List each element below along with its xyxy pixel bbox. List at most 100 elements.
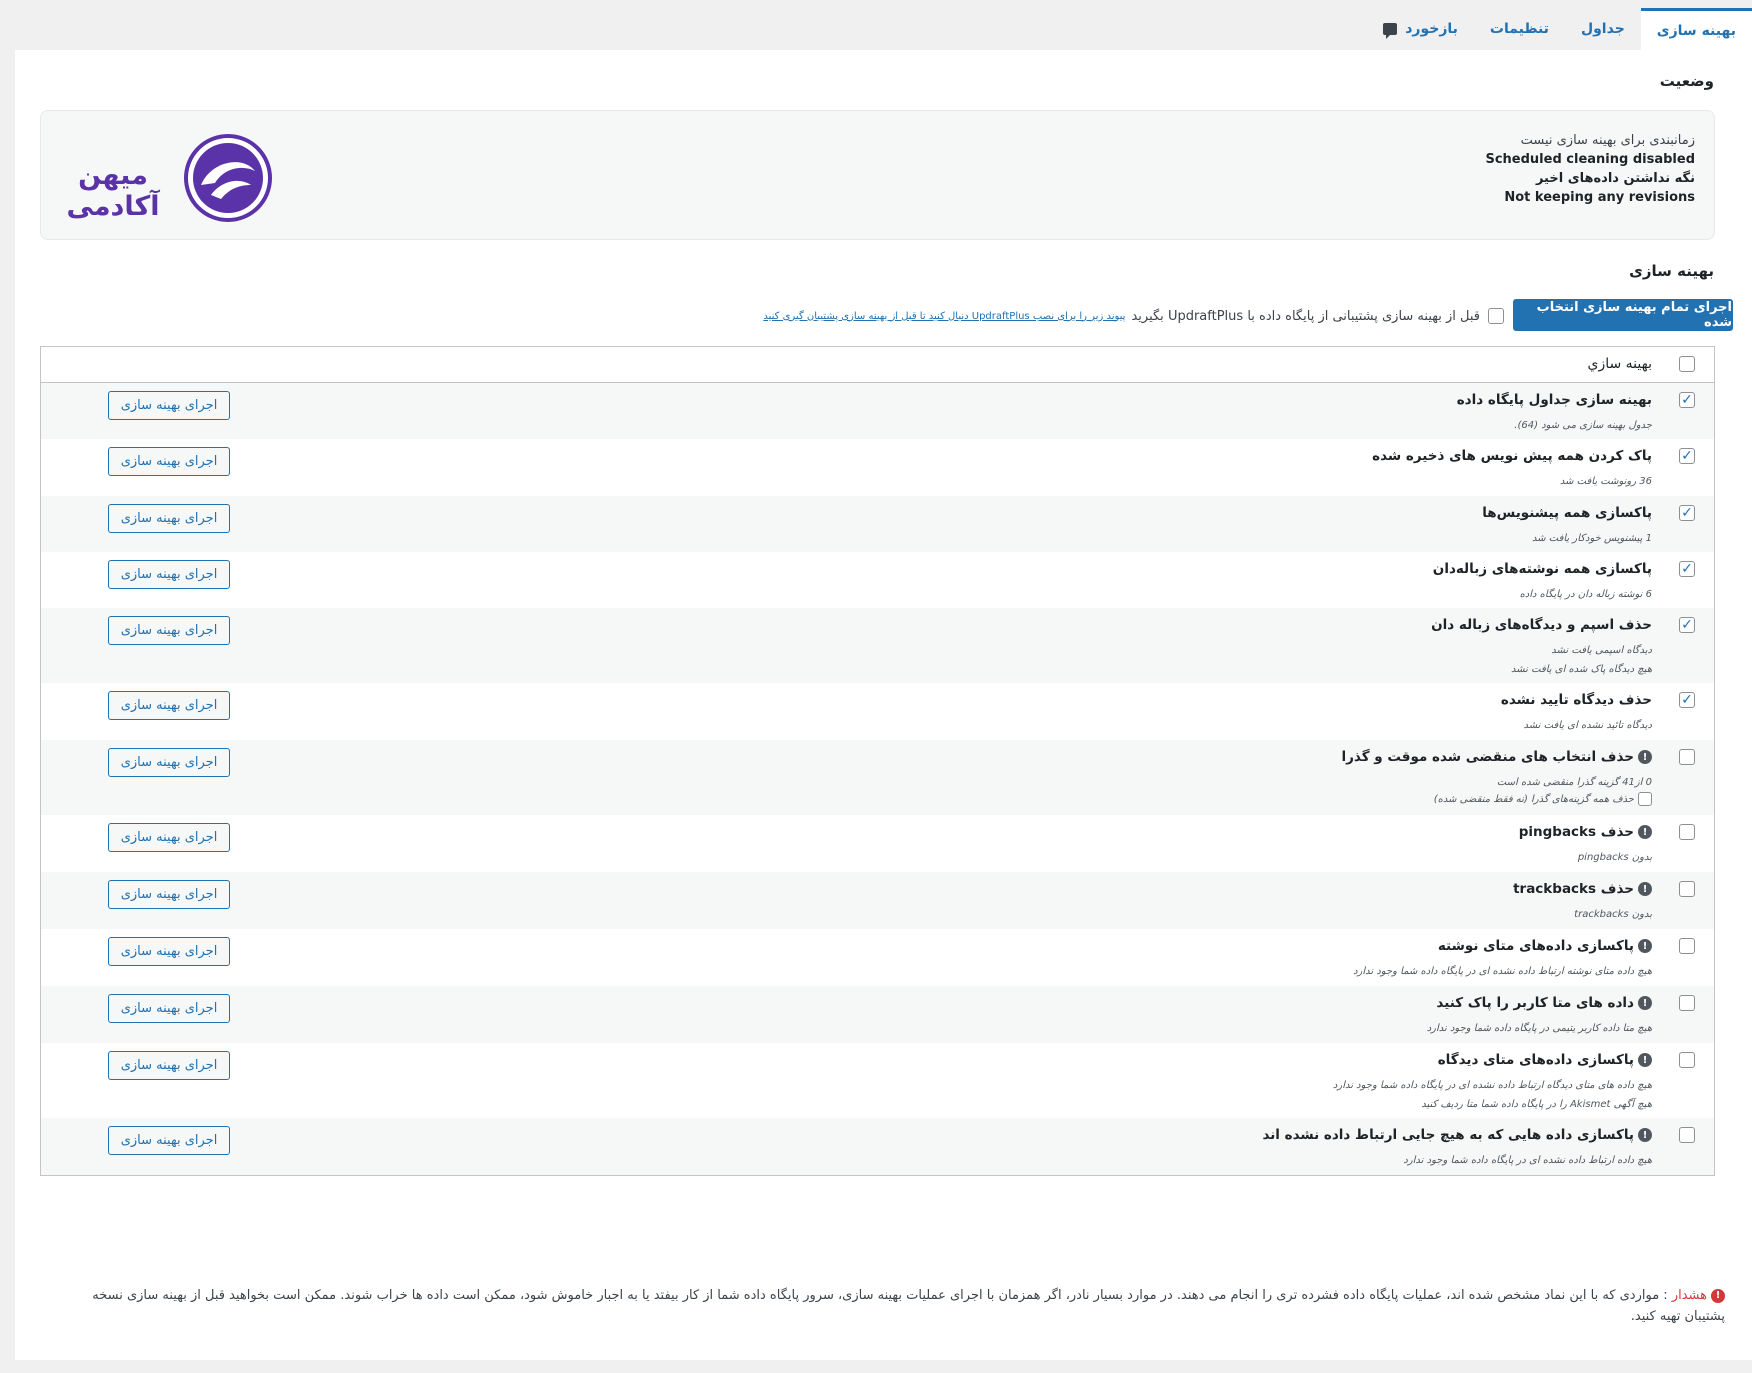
- optimizations-table: بهینه سازي بهینه سازی جداول پایگاه داده ج…: [40, 346, 1715, 1176]
- optimization-checkbox[interactable]: [1679, 505, 1695, 521]
- optimization-details: ! حذف انتخاب های منقضی شده موقت و گذرا 0 ا…: [1342, 749, 1652, 806]
- optimization-details: بهینه سازی جداول پایگاه داده جدول بهینه س…: [1457, 392, 1652, 435]
- optimization-checkbox[interactable]: [1679, 881, 1695, 897]
- optimization-checkbox[interactable]: [1679, 561, 1695, 577]
- sub-option-checkbox[interactable]: [1638, 792, 1652, 806]
- optimization-label: داده های متا کاربر را پاک کنید: [1436, 995, 1634, 1011]
- optimization-label: پاکسازی همه پیشنویس‌ها: [1482, 505, 1652, 521]
- warning-notice: ! هشدار : مواردی که با این نماد مشخص شده …: [85, 1285, 1725, 1327]
- install-updraftplus-link[interactable]: پیوند زیر را برای نصب UpdraftPlus دنبال …: [763, 311, 1125, 322]
- optimization-name: ! داده های متا کاربر را پاک کنید: [1427, 995, 1652, 1011]
- run-optimization-button[interactable]: اجرای بهینه سازی: [108, 994, 230, 1023]
- sub-option-label: حذف همه گزینه‌های گذرا (نه فقط منقضی شده…: [1433, 793, 1634, 805]
- tab-tables[interactable]: جداول: [1565, 8, 1641, 50]
- logo-text: میهن آکادمی: [66, 160, 160, 222]
- tab-bar: بهینه سازی جداول تنظیمات بازخورد: [1367, 8, 1752, 50]
- status-line: Not keeping any revisions: [1504, 190, 1695, 205]
- table-header: بهینه سازي: [41, 347, 1714, 383]
- backup-option: قبل از بهینه سازی پشتیبانی از پایگاه داد…: [763, 308, 1504, 324]
- run-optimization-button[interactable]: اجرای بهینه سازی: [108, 504, 230, 533]
- optimization-checkbox[interactable]: [1679, 617, 1695, 633]
- optimization-label: بهینه سازی جداول پایگاه داده: [1456, 392, 1652, 408]
- optimization-checkbox[interactable]: [1679, 995, 1695, 1011]
- run-optimization-button[interactable]: اجرای بهینه سازی: [108, 560, 230, 589]
- header-label: بهینه سازي: [1587, 356, 1652, 372]
- optimization-details: پاک کردن همه پیش نویس های ذخیره شده 36 رو…: [1372, 448, 1652, 491]
- sub-option: حذف همه گزینه‌های گذرا (نه فقط منقضی شده…: [1342, 792, 1652, 806]
- optimization-row: ! پاکسازی داده‌های متای دیدگاه هیچ داده ها…: [41, 1043, 1714, 1118]
- tab-optimizations[interactable]: بهینه سازی: [1640, 8, 1752, 50]
- status-box: زمانبندی برای بهینه سازی نیست Scheduled …: [40, 110, 1715, 240]
- optimization-name: پاکسازی همه نوشته‌های زباله‌دان: [1433, 561, 1652, 577]
- optimization-row: ! حذف انتخاب های منقضی شده موقت و گذرا 0 ا…: [41, 740, 1714, 815]
- optimization-name: حذف اسپم و دیدگاه‌های زباله دان: [1431, 617, 1652, 633]
- run-optimization-button[interactable]: اجرای بهینه سازی: [108, 748, 230, 777]
- run-optimization-button[interactable]: اجرای بهینه سازی: [108, 880, 230, 909]
- optimizations-heading: بهینه سازی: [1629, 262, 1714, 280]
- select-all-checkbox[interactable]: [1679, 356, 1695, 372]
- tab-label: بازخورد: [1405, 21, 1458, 37]
- run-optimization-button[interactable]: اجرای بهینه سازی: [108, 1051, 230, 1080]
- optimization-checkbox[interactable]: [1679, 1127, 1695, 1143]
- optimization-row: پاک کردن همه پیش نویس های ذخیره شده 36 رو…: [41, 439, 1714, 496]
- optimization-name: بهینه سازی جداول پایگاه داده: [1457, 392, 1652, 408]
- run-optimization-button[interactable]: اجرای بهینه سازی: [108, 691, 230, 720]
- optimization-name: ! پاکسازی داده هایی که به هیچ جایی ارتباط…: [1262, 1127, 1652, 1143]
- tab-label: بهینه سازی: [1656, 22, 1736, 39]
- optimization-info: جدول بهینه سازی می شود (64).: [1514, 420, 1652, 431]
- run-optimization-button[interactable]: اجرای بهینه سازی: [108, 447, 230, 476]
- run-optimization-button[interactable]: اجرای بهینه سازی: [108, 823, 230, 852]
- optimization-label: حذف اسپم و دیدگاه‌های زباله دان: [1431, 617, 1652, 633]
- status-line: Scheduled cleaning disabled: [1485, 152, 1695, 167]
- optimization-name: حذف دیدگاه تایید نشده: [1501, 692, 1652, 708]
- optimization-row: حذف دیدگاه تایید نشده دیدگاه تائید نشده ا…: [41, 683, 1714, 740]
- optimization-label: حذف pingbacks: [1518, 824, 1634, 840]
- tab-settings[interactable]: تنظیمات: [1474, 8, 1565, 50]
- optimization-details: ! پاکسازی داده‌های متای دیدگاه هیچ داده ها…: [1333, 1052, 1652, 1114]
- run-optimization-button[interactable]: اجرای بهینه سازی: [108, 937, 230, 966]
- optimization-label: پاکسازی داده‌های متای دیدگاه: [1437, 1052, 1634, 1068]
- optimization-name: ! حذف pingbacks: [1519, 824, 1652, 840]
- plugin-page: بهینه سازی جداول تنظیمات بازخورد وضعیت ز…: [0, 0, 1752, 1373]
- warning-icon: !: [1638, 939, 1652, 953]
- optimization-checkbox[interactable]: [1679, 1052, 1695, 1068]
- run-optimization-button[interactable]: اجرای بهینه سازی: [108, 1126, 230, 1155]
- optimization-name: ! حذف trackbacks: [1513, 881, 1652, 897]
- optimization-info: 0 از41 گزینه گذرا منقضی شده است: [1496, 777, 1652, 788]
- optimization-name: پاک کردن همه پیش نویس های ذخیره شده: [1372, 448, 1652, 464]
- optimization-checkbox[interactable]: [1679, 692, 1695, 708]
- optimization-details: ! حذف trackbacks بدون trackbacks: [1513, 881, 1652, 924]
- backup-checkbox[interactable]: [1488, 308, 1504, 324]
- optimization-name: ! پاکسازی داده‌های متای دیدگاه: [1333, 1052, 1652, 1068]
- optimization-label: حذف دیدگاه تایید نشده: [1500, 692, 1652, 708]
- warning-icon: !: [1638, 825, 1652, 839]
- warning-icon: !: [1638, 996, 1652, 1010]
- optimization-row: ! داده های متا کاربر را پاک کنید هیچ متا د…: [41, 986, 1714, 1043]
- optimization-row: حذف اسپم و دیدگاه‌های زباله دان دیدگاه اس…: [41, 608, 1714, 683]
- warning-text: : مواردی که با این نماد مشخص شده اند، عم…: [92, 1288, 1725, 1324]
- warning-icon: !: [1638, 1128, 1652, 1142]
- status-line: نگه نداشتن داده‌های اخیر: [1535, 171, 1695, 186]
- optimization-checkbox[interactable]: [1679, 824, 1695, 840]
- optimization-checkbox[interactable]: [1679, 938, 1695, 954]
- tab-feedback[interactable]: بازخورد: [1367, 8, 1474, 50]
- content-panel: وضعیت زمانبندی برای بهینه سازی نیست Sche…: [15, 50, 1752, 1360]
- optimization-checkbox[interactable]: [1679, 749, 1695, 765]
- warning-icon: !: [1638, 882, 1652, 896]
- optimization-info: بدون pingbacks: [1577, 852, 1652, 863]
- run-optimization-button[interactable]: اجرای بهینه سازی: [108, 616, 230, 645]
- run-all-selected-button[interactable]: اجرای تمام بهینه سازی انتخاب شده: [1513, 299, 1733, 331]
- optimization-info: دیدگاه اسپمی یافت نشد: [1551, 645, 1652, 656]
- warning-label: هشدار: [1671, 1288, 1707, 1303]
- optimization-details: حذف اسپم و دیدگاه‌های زباله دان دیدگاه اس…: [1431, 617, 1652, 679]
- optimization-label: پاکسازی داده‌های متای نوشته: [1437, 938, 1634, 954]
- optimization-details: حذف دیدگاه تایید نشده دیدگاه تائید نشده ا…: [1501, 692, 1652, 735]
- optimization-info: هیچ متا داده کاربر یتیمی در پایگاه داده …: [1426, 1023, 1652, 1034]
- optimization-checkbox[interactable]: [1679, 448, 1695, 464]
- optimization-name: ! پاکسازی داده‌های متای نوشته: [1353, 938, 1652, 954]
- optimization-checkbox[interactable]: [1679, 392, 1695, 408]
- warning-icon: !: [1638, 750, 1652, 764]
- status-lines: زمانبندی برای بهینه سازی نیست Scheduled …: [1485, 131, 1695, 207]
- run-optimization-button[interactable]: اجرای بهینه سازی: [108, 391, 230, 420]
- optimization-row: ! حذف trackbacks بدون trackbacks اجرای بهین…: [41, 872, 1714, 929]
